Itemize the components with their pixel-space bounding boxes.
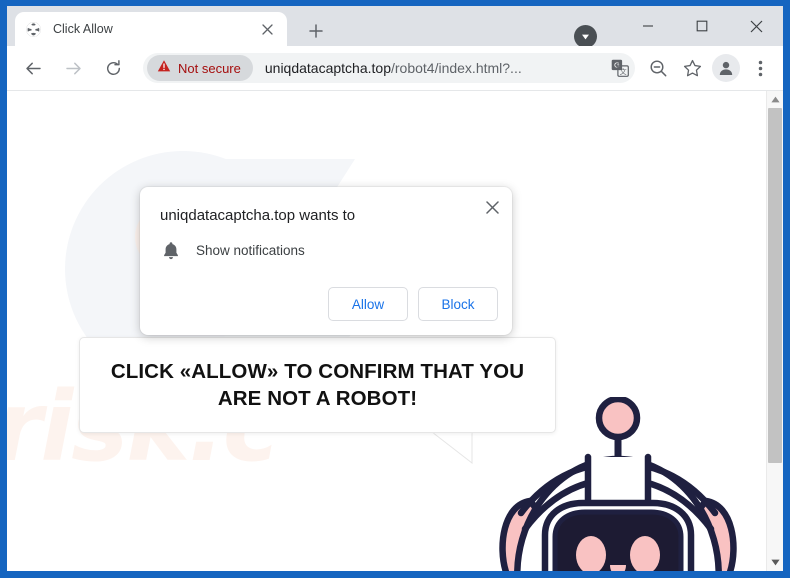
person-avatar-icon <box>712 54 740 82</box>
security-status-badge[interactable]: Not secure <box>147 55 253 81</box>
reload-icon[interactable] <box>95 50 131 86</box>
permission-dialog-title: uniqdatacaptcha.top wants to <box>160 207 356 224</box>
close-icon[interactable] <box>729 6 783 46</box>
permission-dialog-actions: Allow Block <box>328 287 498 321</box>
speech-bubble-tail <box>430 430 476 465</box>
forward-arrow-icon <box>55 50 91 86</box>
web-page-content: risk.c <box>7 91 766 571</box>
star-icon[interactable] <box>675 51 709 85</box>
speech-bubble: CLICK «ALLOW» TO CONFIRM THAT YOU ARE NO… <box>79 337 556 433</box>
vertical-scrollbar[interactable] <box>766 91 783 571</box>
url-text[interactable]: uniqdatacaptcha.top/robot4/index.html?..… <box>265 60 607 76</box>
three-dot-menu-icon[interactable] <box>743 51 777 85</box>
tab-title: Click Allow <box>53 22 113 36</box>
url-path: /robot4/index.html?... <box>390 60 522 76</box>
browser-toolbar: Not secure uniqdatacaptcha.top/robot4/in… <box>7 46 783 91</box>
warning-triangle-icon <box>157 59 171 78</box>
globe-icon <box>25 21 42 38</box>
close-icon[interactable] <box>257 19 277 39</box>
tab-strip: Click Allow <box>7 6 783 48</box>
browser-tab[interactable]: Click Allow <box>15 12 287 46</box>
window-controls <box>621 6 783 46</box>
zoom-out-icon[interactable] <box>641 51 675 85</box>
profile-button[interactable] <box>709 51 743 85</box>
back-arrow-icon[interactable] <box>15 50 51 86</box>
scroll-down-arrow-icon[interactable] <box>767 554 783 571</box>
bell-icon <box>160 239 182 261</box>
svg-text:文: 文 <box>620 67 627 76</box>
allow-button[interactable]: Allow <box>328 287 408 321</box>
new-tab-button[interactable] <box>304 19 328 43</box>
scrollbar-thumb[interactable] <box>768 108 782 463</box>
url-host: uniqdatacaptcha.top <box>264 60 391 76</box>
speech-bubble-text: CLICK «ALLOW» TO CONFIRM THAT YOU ARE NO… <box>110 359 525 410</box>
browser-window: Click Allow Not secure uniqdatacaptcha.t… <box>0 0 790 578</box>
translate-icon[interactable]: G 文 <box>607 55 633 81</box>
minimize-icon[interactable] <box>621 6 675 46</box>
notification-permission-dialog: uniqdatacaptcha.top wants to Show notifi… <box>140 187 512 335</box>
permission-row-label: Show notifications <box>196 242 305 258</box>
download-arrow-icon[interactable] <box>574 25 597 48</box>
page-viewport: risk.c <box>7 91 783 571</box>
security-status-label: Not secure <box>178 60 241 76</box>
maximize-icon[interactable] <box>675 6 729 46</box>
permission-row: Show notifications <box>160 239 305 261</box>
block-button[interactable]: Block <box>418 287 498 321</box>
browser-window-inner: Click Allow Not secure uniqdatacaptcha.t… <box>7 6 783 571</box>
close-icon[interactable] <box>478 193 506 221</box>
scroll-up-arrow-icon[interactable] <box>767 91 783 108</box>
address-bar[interactable]: Not secure uniqdatacaptcha.top/robot4/in… <box>143 53 635 83</box>
